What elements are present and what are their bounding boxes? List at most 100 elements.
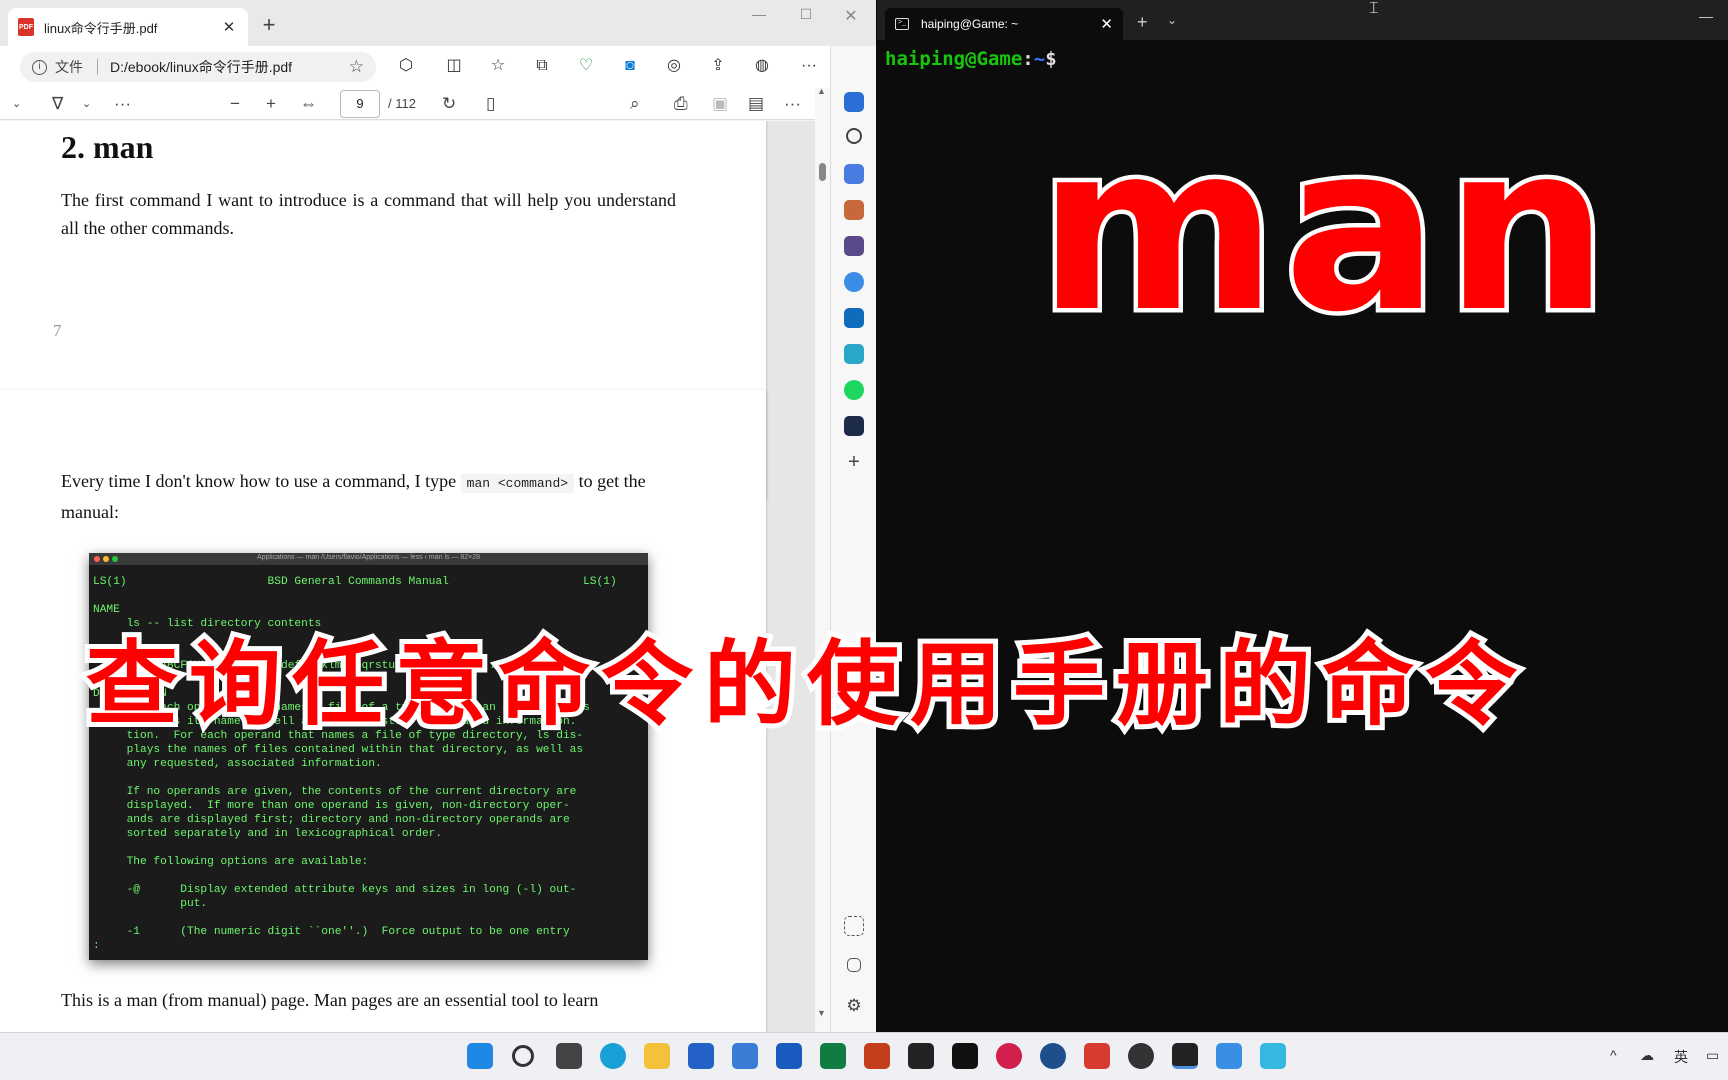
favorite-star-icon[interactable]: ☆	[349, 57, 364, 77]
screenshot-tool-icon[interactable]	[844, 916, 864, 936]
app-s-icon[interactable]	[1084, 1043, 1110, 1069]
vertical-scrollbar[interactable]: ▲ ▼	[815, 86, 830, 1032]
scroll-down-arrow-icon[interactable]: ▼	[817, 1008, 826, 1018]
terminal-tab-close-button[interactable]: ✕	[1100, 15, 1113, 33]
paragraph: Every time I don't know how to use a com…	[61, 467, 676, 526]
app-g-icon[interactable]	[908, 1043, 934, 1069]
web-capture-icon[interactable]: ◎	[662, 54, 686, 78]
spotify-icon[interactable]	[844, 380, 864, 400]
man-line: displayed. If more than one operand is g…	[93, 800, 570, 812]
outlook-icon[interactable]	[844, 308, 864, 328]
hide-sidebar-icon[interactable]	[847, 958, 861, 972]
zoom-out-icon[interactable]: −	[230, 92, 240, 116]
inline-code: man <command>	[460, 474, 575, 493]
page-number-input[interactable]: 9	[340, 90, 380, 118]
sidebar-search-icon[interactable]	[846, 128, 862, 144]
share-icon[interactable]: ⇪	[706, 54, 730, 78]
man-line: sorted separately and in lexicographical…	[93, 828, 443, 840]
man-line: -1 (The numeric digit ``one''.) Force ou…	[93, 926, 570, 938]
drop-icon[interactable]	[844, 344, 864, 364]
powerpoint-icon[interactable]	[864, 1043, 890, 1069]
shell-prompt[interactable]: haiping@Game:~$	[885, 48, 1057, 70]
extensions-icon[interactable]: ⬡	[394, 54, 418, 78]
sidebar-settings-icon[interactable]: ⚙	[844, 996, 864, 1016]
file-explorer-icon[interactable]	[644, 1043, 670, 1069]
pdf-toolbar: ⌄ ∇ ⌄ ··· − + ⇔ 9 / 112 ↻ ▯ ⌕ ⎙ ▣ ▤ ···	[0, 88, 830, 120]
add-sidebar-app-icon[interactable]: +	[844, 452, 864, 472]
minimize-button[interactable]: —	[744, 6, 774, 28]
terminal-tab-strip: >_ haiping@Game: ~ ✕ + ⌄ — ⌶	[877, 0, 1728, 40]
page-view-icon[interactable]: ▯	[486, 92, 495, 116]
input-language[interactable]: 英	[1674, 1047, 1688, 1067]
favorites-icon[interactable]: ☆	[486, 54, 510, 78]
excel-icon[interactable]	[820, 1043, 846, 1069]
screenshot-titlebar: Applications — man /Users/flavio/Applica…	[89, 553, 648, 565]
close-window-button[interactable]: ✕	[836, 6, 866, 28]
app-v-icon[interactable]	[1040, 1043, 1066, 1069]
info-icon[interactable]: i	[32, 59, 47, 75]
notifications-icon[interactable]	[844, 92, 864, 112]
highlight-dropdown-icon[interactable]: ⌄	[82, 92, 91, 116]
page-total: / 112	[388, 96, 416, 111]
terminal-new-tab-button[interactable]: +	[1137, 12, 1148, 33]
collections-icon[interactable]: ⧉	[530, 54, 554, 78]
tab-pdf[interactable]: PDF linux命令行手册.pdf ✕	[8, 8, 248, 46]
print-icon[interactable]: ⎙	[674, 92, 688, 116]
app-cube-icon[interactable]	[1260, 1043, 1286, 1069]
fit-width-icon[interactable]: ⇔	[300, 92, 317, 116]
obs-icon[interactable]	[1128, 1043, 1154, 1069]
games-icon[interactable]	[844, 236, 864, 256]
highlight-icon[interactable]: ∇	[52, 92, 63, 116]
terminal-tab-title: haiping@Game: ~	[921, 17, 1019, 31]
terminal-tab[interactable]: >_ haiping@Game: ~ ✕	[885, 8, 1123, 40]
prompt-path: ~	[1033, 48, 1046, 70]
man-line: NAME	[93, 604, 120, 616]
tray-chevron-icon[interactable]: ^	[1610, 1047, 1617, 1063]
capcut-icon[interactable]	[952, 1043, 978, 1069]
paragraph: The first command I want to introduce is…	[61, 190, 676, 238]
paragraph: This is a man (from manual) page. Man pa…	[61, 990, 599, 1010]
man-line	[93, 589, 644, 603]
search-icon[interactable]: ⌕	[630, 92, 640, 116]
rotate-icon[interactable]: ↻	[442, 92, 456, 116]
notification-center-icon[interactable]: ▭	[1706, 1047, 1719, 1064]
address-bar[interactable]: i 文件 D:/ebook/linux命令行手册.pdf ☆	[20, 52, 376, 82]
save-as-icon[interactable]: ▤	[748, 92, 764, 116]
browser-essentials-icon[interactable]: ♡	[574, 54, 598, 78]
scroll-thumb[interactable]	[819, 163, 826, 181]
terminal-taskbar-icon[interactable]	[1172, 1043, 1198, 1069]
onedrive-icon[interactable]: ☁	[1640, 1047, 1654, 1064]
task-view-icon[interactable]	[556, 1043, 582, 1069]
store-icon[interactable]	[688, 1043, 714, 1069]
tools-icon[interactable]	[844, 200, 864, 220]
zoom-in-icon[interactable]: +	[266, 92, 276, 116]
more-menu-icon[interactable]: ···	[797, 54, 821, 78]
taskbar-search-icon[interactable]	[512, 1045, 534, 1067]
scroll-up-arrow-icon[interactable]: ▲	[817, 86, 826, 96]
microsoft-365-icon[interactable]	[844, 272, 864, 292]
debian-icon[interactable]	[996, 1043, 1022, 1069]
edge-drop-icon[interactable]: ◙	[618, 54, 642, 78]
terminal-dropdown-icon[interactable]: ⌄	[1167, 13, 1177, 27]
app-icon[interactable]	[844, 416, 864, 436]
tab-close-button[interactable]: ✕	[220, 18, 238, 36]
new-tab-button[interactable]: +	[256, 12, 282, 38]
pdf-viewer[interactable]: 2. man The first command I want to intro…	[0, 121, 815, 1032]
word-icon[interactable]	[776, 1043, 802, 1069]
terminal-minimize-button[interactable]: —	[1699, 8, 1713, 24]
mail-icon[interactable]	[732, 1043, 758, 1069]
url-text[interactable]: D:/ebook/linux命令行手册.pdf	[110, 57, 349, 77]
dropdown-chevron-icon[interactable]: ⌄	[12, 92, 21, 116]
split-screen-icon[interactable]: ◫	[442, 54, 466, 78]
pdf-more-icon[interactable]: ···	[784, 92, 801, 116]
start-button-icon[interactable]	[467, 1043, 493, 1069]
save-icon[interactable]: ▣	[712, 92, 728, 116]
app-feishu-icon[interactable]	[1216, 1043, 1242, 1069]
windows-taskbar: ^ ☁ 英 ▭	[0, 1032, 1728, 1080]
edge-taskbar-icon[interactable]	[600, 1043, 626, 1069]
shopping-icon[interactable]	[844, 164, 864, 184]
more-tools-icon[interactable]: ···	[114, 92, 131, 116]
screenshot-title: Applications — man /Users/flavio/Applica…	[256, 554, 481, 561]
profile-icon[interactable]: ◍	[750, 54, 774, 78]
maximize-button[interactable]: ☐	[791, 6, 821, 28]
